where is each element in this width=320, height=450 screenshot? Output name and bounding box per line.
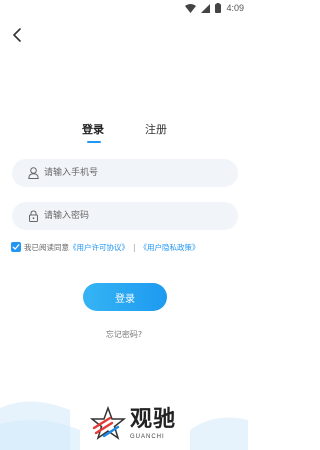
auth-tabs: 登录 注册 bbox=[0, 122, 248, 146]
status-time: 4:09 bbox=[226, 3, 244, 13]
status-icons: 4:09 bbox=[185, 2, 244, 14]
battery-icon bbox=[215, 3, 222, 13]
agreement-row: 我已阅读同意 《用户许可协议》 | 《用户隐私政策》 bbox=[11, 240, 200, 254]
star-logo-icon bbox=[90, 406, 126, 440]
watermark: 观驰 GUANCHI bbox=[90, 402, 176, 446]
phone-field[interactable] bbox=[12, 159, 238, 187]
password-field[interactable] bbox=[12, 202, 238, 230]
tab-login[interactable]: 登录 bbox=[82, 122, 104, 138]
signal-icon bbox=[201, 3, 211, 13]
forgot-password-link[interactable]: 忘记密码? bbox=[0, 329, 248, 340]
user-icon bbox=[27, 167, 39, 179]
check-icon bbox=[12, 244, 20, 250]
tab-register[interactable]: 注册 bbox=[145, 122, 167, 138]
agreement-checkbox[interactable] bbox=[11, 242, 21, 252]
watermark-text: 观驰 GUANCHI bbox=[130, 407, 176, 441]
agreement-separator: | bbox=[133, 242, 136, 252]
back-button[interactable] bbox=[8, 26, 26, 44]
chevron-left-icon bbox=[13, 28, 21, 42]
privacy-policy-link[interactable]: 《用户隐私政策》 bbox=[140, 242, 200, 253]
phone-input[interactable] bbox=[44, 163, 224, 183]
watermark-subtitle: GUANCHI bbox=[130, 434, 165, 440]
wifi-icon bbox=[185, 3, 197, 13]
lock-icon bbox=[27, 210, 39, 222]
active-tab-indicator bbox=[87, 141, 101, 143]
agreement-prefix: 我已阅读同意 bbox=[24, 242, 69, 252]
user-agreement-link[interactable]: 《用户许可协议》 bbox=[69, 242, 129, 253]
login-button[interactable]: 登录 bbox=[83, 283, 167, 311]
password-input[interactable] bbox=[44, 206, 224, 226]
status-bar: 4:09 bbox=[0, 0, 248, 16]
watermark-title: 观驰 bbox=[130, 407, 177, 432]
